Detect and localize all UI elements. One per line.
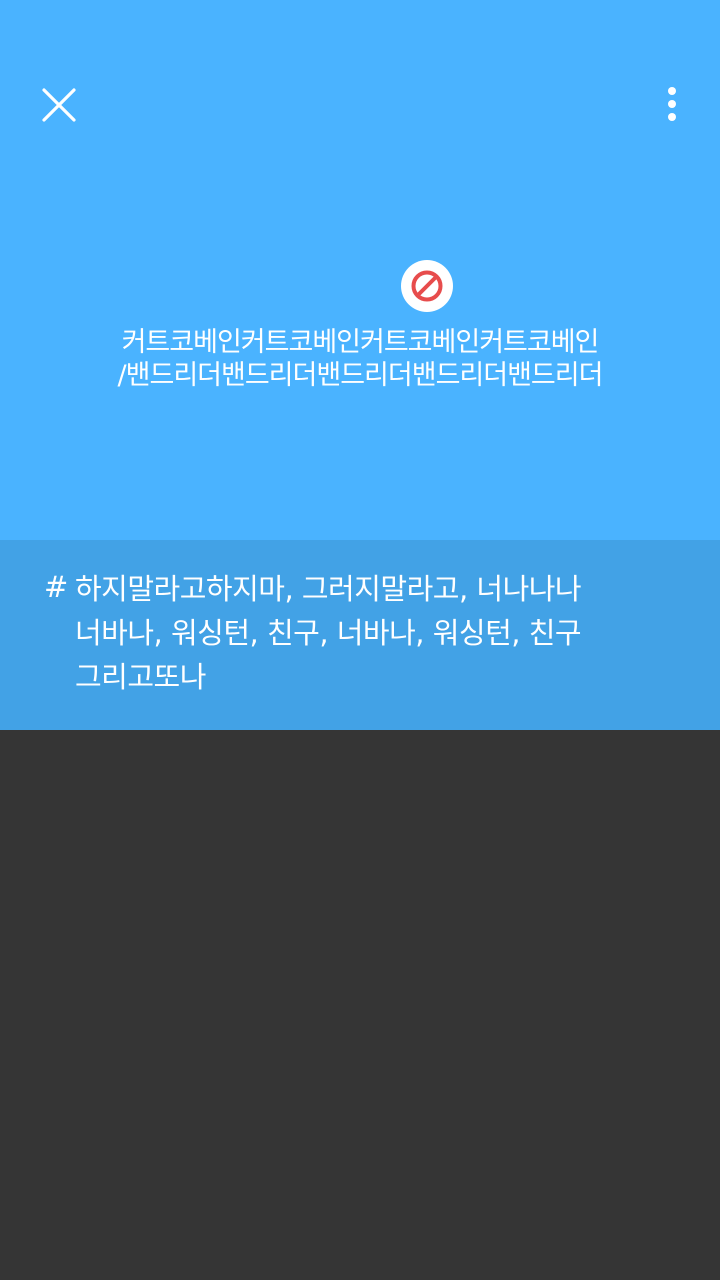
content-title: 커트코베인커트코베인커트코베인커트코베인 /밴드리더밴드리더밴드리더밴드리더밴드… xyxy=(40,326,680,392)
hashtag-line-3: 그리고또나 xyxy=(75,660,206,694)
blocked-badge xyxy=(401,260,453,312)
more-options-button[interactable] xyxy=(648,78,696,130)
more-vertical-icon xyxy=(668,87,676,121)
hashtag-text: 하지말라고하지마, 그러지말라고, 너나나나 너바나, 워싱턴, 친구, 너바나… xyxy=(75,567,675,699)
empty-content-area xyxy=(0,730,720,1280)
hashtag-symbol: # xyxy=(44,570,69,604)
content-title-line-1: 커트코베인커트코베인커트코베인커트코베인 xyxy=(121,327,600,358)
close-icon xyxy=(42,88,76,122)
hashtag-line-1: 하지말라고하지마, 그러지말라고, 너나나나 xyxy=(75,572,582,606)
content-title-line-2: /밴드리더밴드리더밴드리더밴드리더밴드리더 xyxy=(117,360,604,391)
hashtag-line-2: 너바나, 워싱턴, 친구, 너바나, 워싱턴, 친구 xyxy=(75,616,582,650)
blocked-icon xyxy=(411,270,443,302)
hero-panel: 커트코베인커트코베인커트코베인커트코베인 /밴드리더밴드리더밴드리더밴드리더밴드… xyxy=(0,0,720,540)
close-button[interactable] xyxy=(30,76,88,134)
